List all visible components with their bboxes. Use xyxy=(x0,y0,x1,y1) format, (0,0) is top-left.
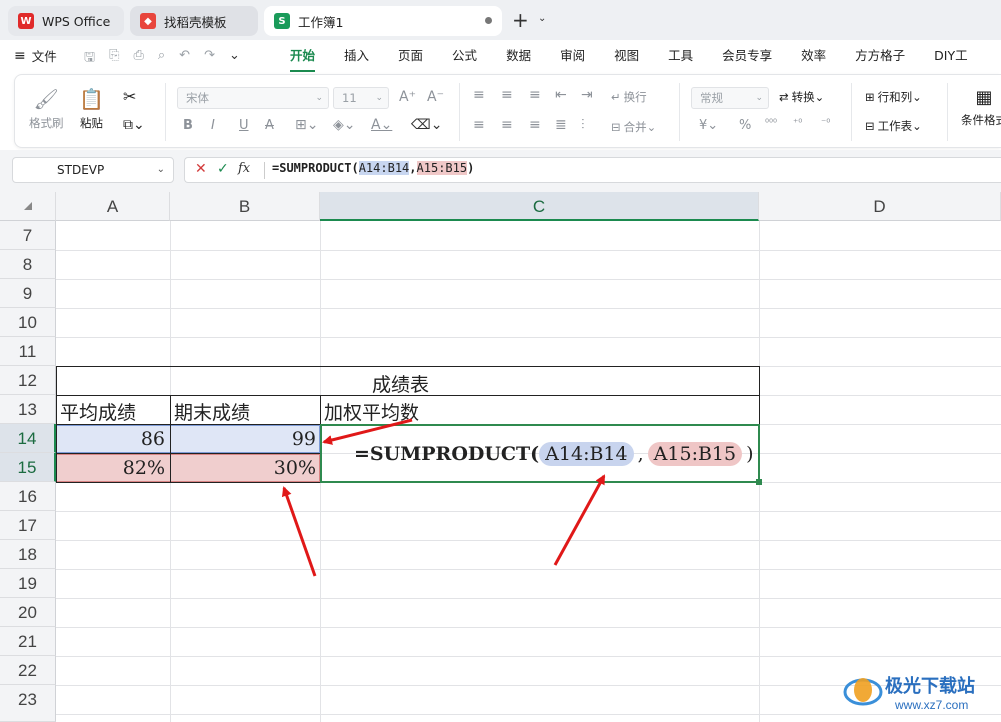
watermark-text: 极光下载站 xyxy=(885,676,975,697)
arrow-to-b14 xyxy=(322,418,413,445)
watermark-url: www.xz7.com xyxy=(895,698,969,712)
annotation-arrows xyxy=(281,418,606,577)
watermark: 极光下载站 www.xz7.com xyxy=(843,668,993,718)
watermark-logo-icon xyxy=(843,678,883,706)
arrow-to-b15 xyxy=(281,486,317,577)
arrow-to-formula xyxy=(553,474,606,566)
